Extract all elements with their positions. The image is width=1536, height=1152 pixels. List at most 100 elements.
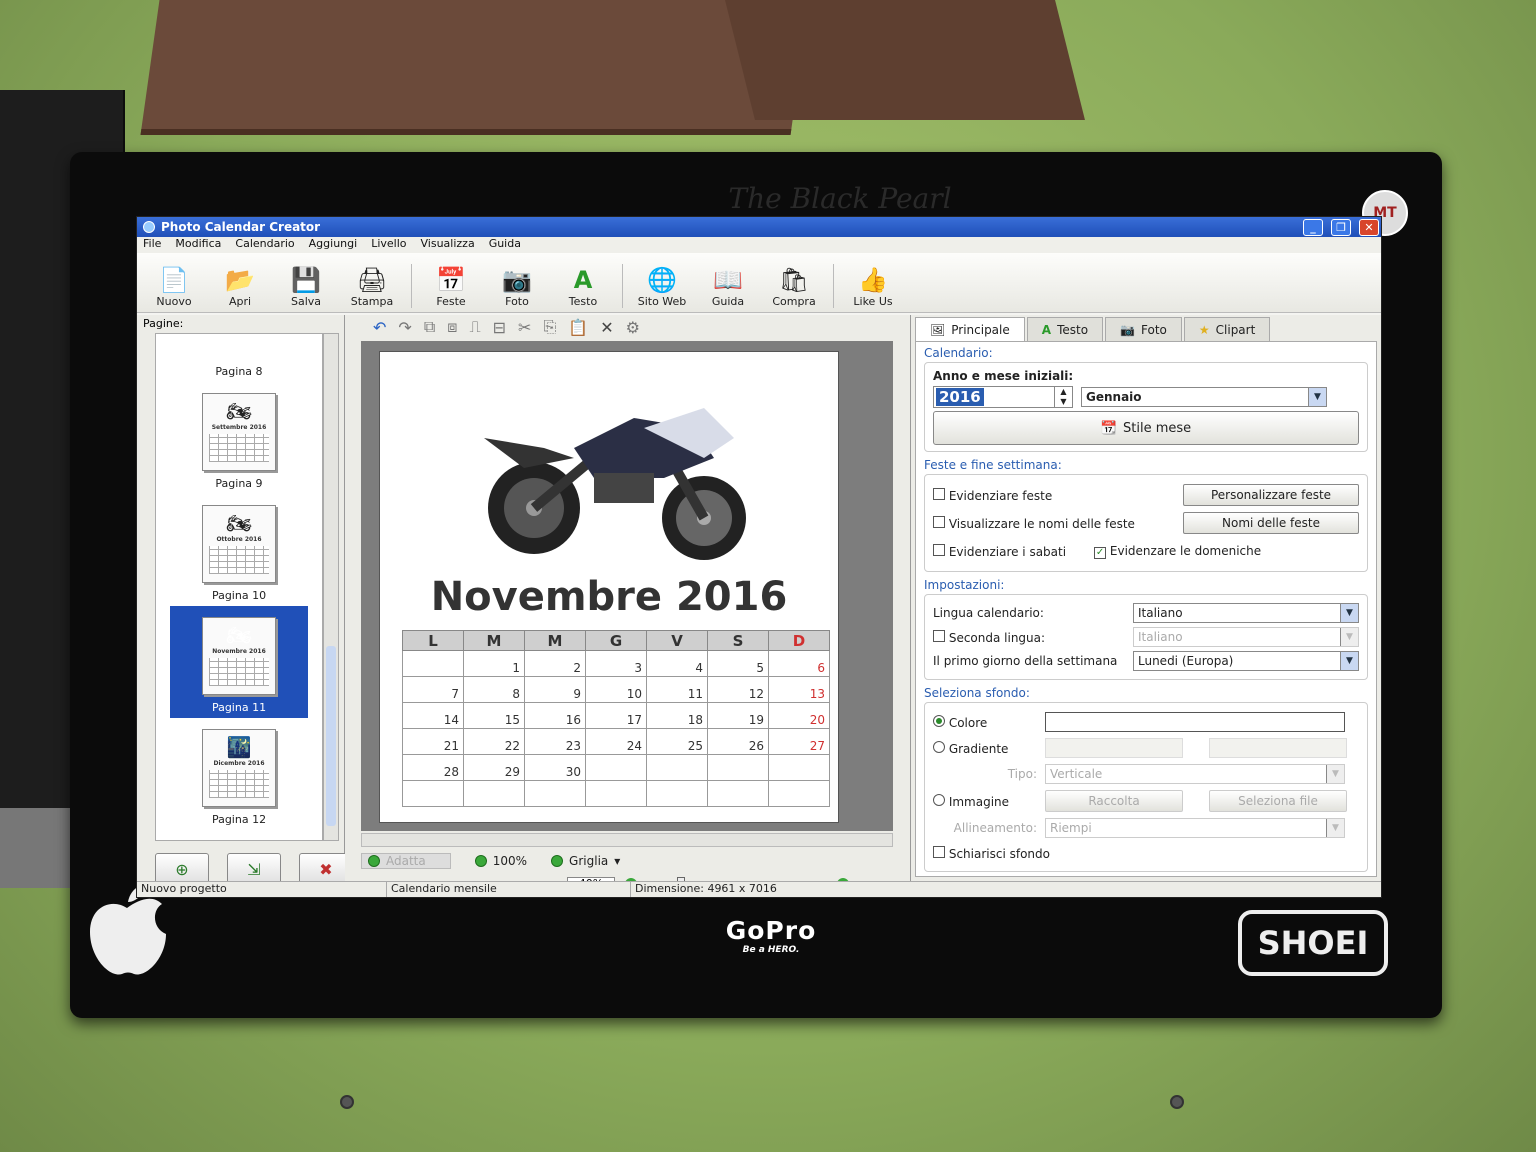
close-icon[interactable]: ✕	[1359, 218, 1379, 236]
paste-icon[interactable]: 📋	[568, 318, 588, 337]
color-picker[interactable]	[1045, 712, 1345, 732]
salva-button[interactable]: 💾 Salva	[275, 265, 337, 308]
gradiente-option[interactable]: Gradiente	[933, 740, 1037, 756]
minimize-icon[interactable]: _	[1303, 218, 1323, 236]
evidenziare-sabati-option[interactable]: Evidenziare i sabati	[933, 543, 1066, 559]
pages-scrollbar[interactable]	[323, 333, 339, 841]
testo-button[interactable]: A Testo	[552, 265, 614, 308]
calendar-day[interactable]: 8	[463, 676, 525, 703]
sito-web-button[interactable]: 🌐 Sito Web	[631, 265, 693, 308]
gradiente-radio[interactable]	[933, 740, 945, 753]
chevron-down-icon[interactable]: ▼	[1340, 652, 1358, 670]
calendar-day[interactable]	[463, 780, 525, 807]
tab-clipart[interactable]: ★ Clipart	[1183, 317, 1271, 341]
visualizzare-nomi-checkbox[interactable]	[933, 515, 945, 528]
calendar-day[interactable]: 7	[402, 676, 464, 703]
month-select[interactable]: Gennaio ▼	[1081, 387, 1327, 407]
calendar-month-title[interactable]: Novembre 2016	[380, 574, 838, 620]
seconda-lingua-select[interactable]: Italiano ▼	[1133, 627, 1359, 647]
menu-livello[interactable]: Livello	[371, 237, 406, 253]
calendar-day[interactable]: 30	[524, 754, 586, 781]
calendar-day[interactable]: 15	[463, 702, 525, 729]
chevron-down-icon[interactable]: ▼	[1340, 628, 1358, 646]
like-us-button[interactable]: 👍 Like Us	[842, 265, 904, 308]
schiarisci-checkbox[interactable]	[933, 845, 945, 858]
menu-guida[interactable]: Guida	[489, 237, 521, 253]
chevron-down-icon[interactable]: ▼	[1326, 765, 1344, 783]
tipo-select[interactable]: Verticale ▼	[1045, 764, 1345, 784]
bring-front-icon[interactable]: ⧉	[424, 317, 435, 337]
motorcycle-photo[interactable]	[464, 378, 764, 568]
calendar-day[interactable]	[524, 780, 586, 807]
calendar-day[interactable]: 18	[646, 702, 708, 729]
stampa-button[interactable]: 🖨 Stampa	[341, 265, 403, 308]
calendar-day[interactable]: 14	[402, 702, 464, 729]
calendar-day[interactable]: 26	[707, 728, 769, 755]
apri-button[interactable]: 📂 Apri	[209, 265, 271, 308]
griglia-button[interactable]: Griglia ▾	[551, 854, 620, 868]
visualizzare-nomi-option[interactable]: Visualizzare le nomi delle feste	[933, 515, 1135, 531]
gradient-color-2[interactable]	[1209, 738, 1347, 758]
maximize-icon[interactable]: ❐	[1331, 218, 1351, 236]
calendar-day[interactable]	[402, 650, 464, 677]
immagine-option[interactable]: Immagine	[933, 793, 1037, 809]
chevron-down-icon[interactable]: ▼	[1326, 819, 1344, 837]
page-thumbnail[interactable]: Pagina 8	[156, 334, 322, 382]
raccolta-button[interactable]: Raccolta	[1045, 790, 1183, 812]
seconda-lingua-option[interactable]: Seconda lingua:	[933, 629, 1045, 645]
calendar-day[interactable]: 23	[524, 728, 586, 755]
calendar-day-sunday[interactable]	[768, 780, 830, 807]
calendar-day[interactable]: 19	[707, 702, 769, 729]
calendar-day[interactable]: 11	[646, 676, 708, 703]
immagine-radio[interactable]	[933, 793, 945, 806]
lingua-select[interactable]: Italiano ▼	[1133, 603, 1359, 623]
design-canvas[interactable]: Novembre 2016 L M M G V S D 1 2 3 4 5 6 …	[361, 341, 893, 831]
calendar-day[interactable]	[646, 754, 708, 781]
calendar-day[interactable]: 9	[524, 676, 586, 703]
colore-option[interactable]: Colore	[933, 714, 1037, 730]
calendar-day[interactable]: 25	[646, 728, 708, 755]
compra-button[interactable]: 🛍 Compra	[763, 265, 825, 308]
calendar-day[interactable]: 10	[585, 676, 647, 703]
calendar-day[interactable]	[707, 780, 769, 807]
chevron-down-icon[interactable]: ▼	[1308, 388, 1326, 406]
feste-button[interactable]: 📅 Feste	[420, 265, 482, 308]
allineamento-select[interactable]: Riempi ▼	[1045, 818, 1345, 838]
delete-icon[interactable]: ✕	[600, 318, 613, 337]
undo-icon[interactable]: ↶	[373, 318, 386, 337]
cut-icon[interactable]: ✂	[518, 318, 531, 337]
canvas-hscrollbar[interactable]	[361, 833, 893, 847]
calendar-day[interactable]: 4	[646, 650, 708, 677]
calendar-day-sunday[interactable]: 20	[768, 702, 830, 729]
calendar-day[interactable]: 1	[463, 650, 525, 677]
gradient-color-1[interactable]	[1045, 738, 1183, 758]
evidenziare-sabati-checkbox[interactable]	[933, 543, 945, 556]
calendar-day-sunday[interactable]: 27	[768, 728, 830, 755]
calendar-page[interactable]: Novembre 2016 L M M G V S D 1 2 3 4 5 6 …	[379, 351, 839, 823]
tab-principale[interactable]: 🖼 Principale	[915, 317, 1025, 341]
calendar-day[interactable]: 12	[707, 676, 769, 703]
calendar-day[interactable]	[707, 754, 769, 781]
calendar-day[interactable]: 17	[585, 702, 647, 729]
page-thumbnail[interactable]: 🏍 Settembre 2016 Pagina 9	[156, 382, 322, 494]
properties-icon[interactable]: ⚙	[626, 318, 640, 337]
primo-giorno-select[interactable]: Lunedi (Europa) ▼	[1133, 651, 1359, 671]
redo-icon[interactable]: ↷	[398, 318, 411, 337]
nomi-feste-button[interactable]: Nomi delle feste	[1183, 512, 1359, 534]
year-stepper[interactable]: 2016 ▲ ▼	[933, 386, 1073, 408]
evidenziare-domeniche-option[interactable]: ✓ Evidenzare le domeniche	[1094, 544, 1261, 559]
tab-foto[interactable]: 📷 Foto	[1105, 317, 1182, 341]
menu-modifica[interactable]: Modifica	[175, 237, 221, 253]
calendar-day[interactable]: 5	[707, 650, 769, 677]
calendar-day[interactable]	[402, 780, 464, 807]
evidenziare-domeniche-checkbox[interactable]: ✓	[1094, 546, 1107, 559]
calendar-day-sunday[interactable]	[768, 754, 830, 781]
colore-radio[interactable]	[933, 714, 945, 727]
chevron-down-icon[interactable]: ▾	[614, 854, 620, 868]
calendar-day-sunday[interactable]: 6	[768, 650, 830, 677]
distribute-icon[interactable]: ⊟	[493, 318, 506, 337]
personalizzare-feste-button[interactable]: Personalizzare feste	[1183, 484, 1359, 506]
foto-button[interactable]: 📷 Foto	[486, 265, 548, 308]
page-thumbnail[interactable]: 🏍 Ottobre 2016 Pagina 10	[156, 494, 322, 606]
evidenziare-feste-checkbox[interactable]	[933, 487, 945, 500]
